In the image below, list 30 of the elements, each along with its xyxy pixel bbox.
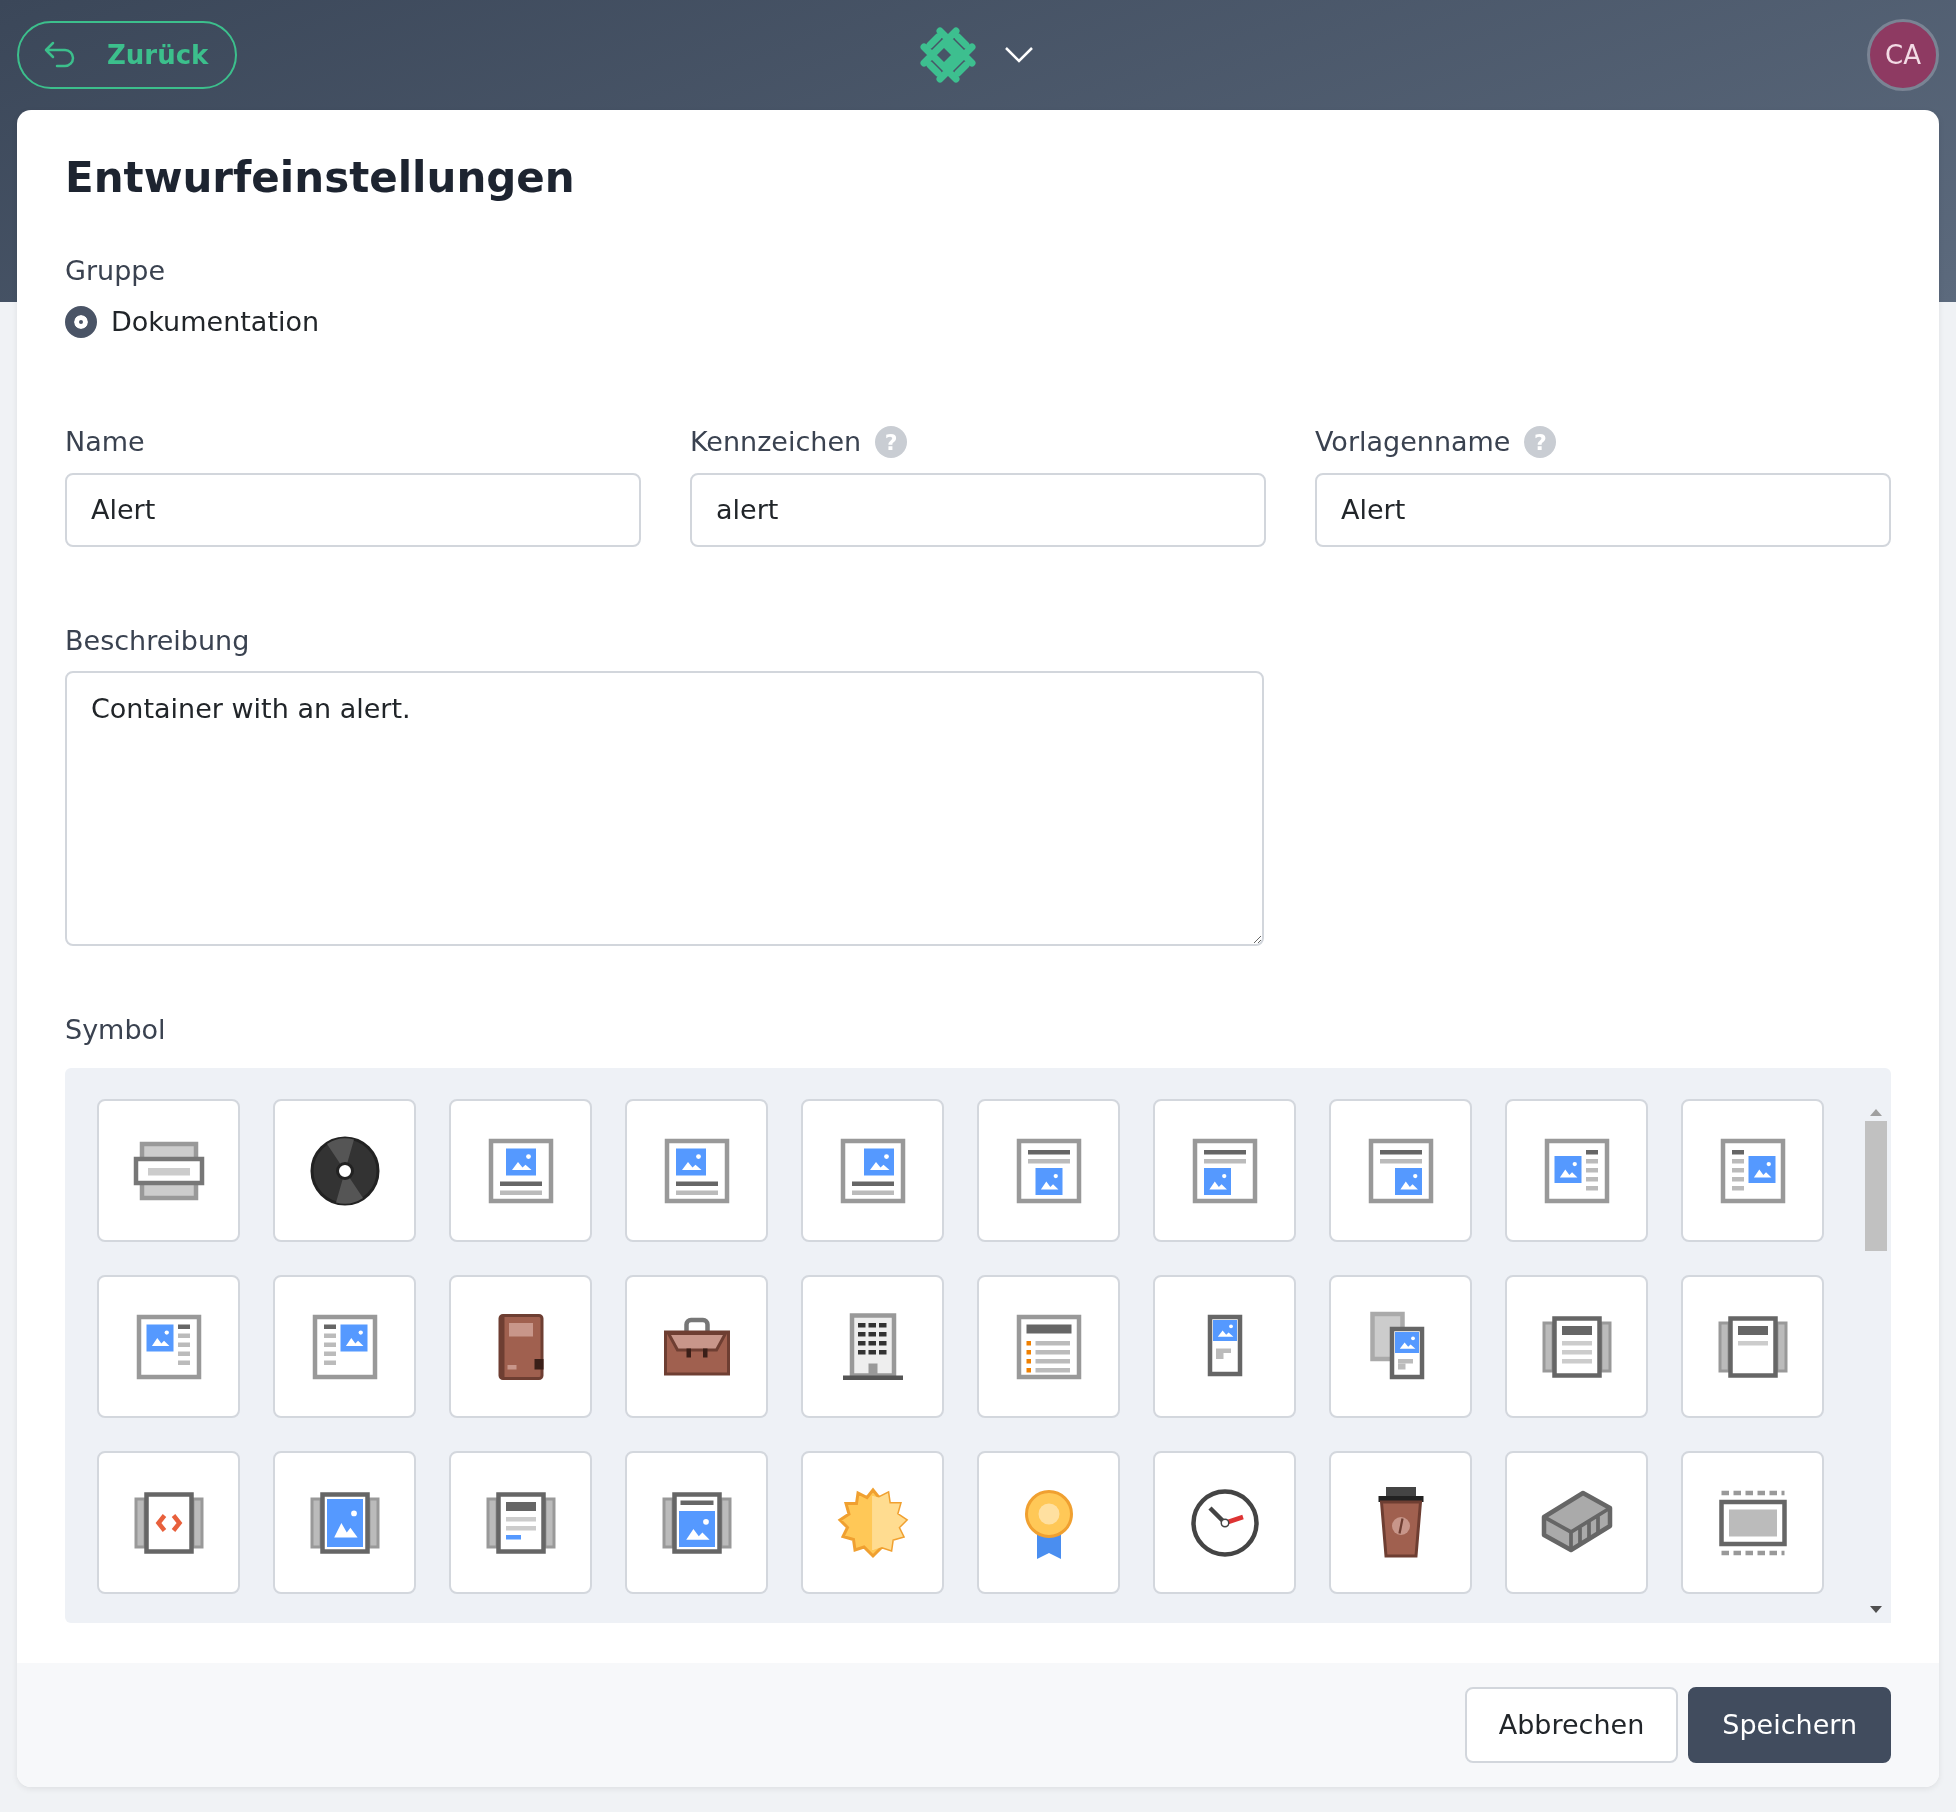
clock-icon bbox=[1188, 1486, 1261, 1559]
symbol-option[interactable] bbox=[1153, 1451, 1296, 1594]
field-label: Vorlagenname bbox=[1315, 425, 1511, 459]
dialog-title: Entwurfeinstellungen bbox=[65, 152, 576, 204]
chevron-down-icon[interactable] bbox=[1004, 46, 1034, 64]
save-button[interactable]: Speichern bbox=[1688, 1687, 1891, 1763]
field-label: Gruppe bbox=[65, 254, 167, 288]
radio-button[interactable] bbox=[65, 305, 97, 338]
text-field[interactable]: Alert bbox=[65, 472, 641, 547]
back-button[interactable]: Zurück bbox=[17, 21, 237, 89]
back-arrow-icon bbox=[43, 40, 77, 70]
field-label: Symbol bbox=[65, 1012, 167, 1047]
field-label: Kennzeichen bbox=[690, 425, 862, 459]
badge-icon bbox=[836, 1486, 909, 1559]
text-field[interactable]: Alert bbox=[1315, 472, 1891, 547]
field-label: Beschreibung bbox=[65, 623, 251, 658]
scrollbar-thumb[interactable] bbox=[1865, 1121, 1887, 1251]
cancel-button[interactable]: Abbrechen bbox=[1464, 1687, 1679, 1763]
text-field[interactable]: alert bbox=[690, 472, 1266, 547]
description-textarea[interactable]: Container with an alert. bbox=[65, 671, 1264, 946]
radio-label: Dokumentation bbox=[111, 304, 320, 339]
symbol-option[interactable] bbox=[1329, 1451, 1472, 1594]
disc-icon bbox=[308, 1134, 381, 1207]
symbol-option[interactable] bbox=[625, 1275, 768, 1418]
symbol-option[interactable] bbox=[273, 1099, 416, 1242]
user-avatar[interactable]: CA bbox=[1867, 19, 1939, 91]
symbol-option[interactable] bbox=[449, 1275, 592, 1418]
scroll-down-arrow-icon[interactable] bbox=[1869, 1605, 1883, 1615]
symbol-option[interactable] bbox=[801, 1275, 944, 1418]
field-label: Name bbox=[65, 425, 145, 459]
